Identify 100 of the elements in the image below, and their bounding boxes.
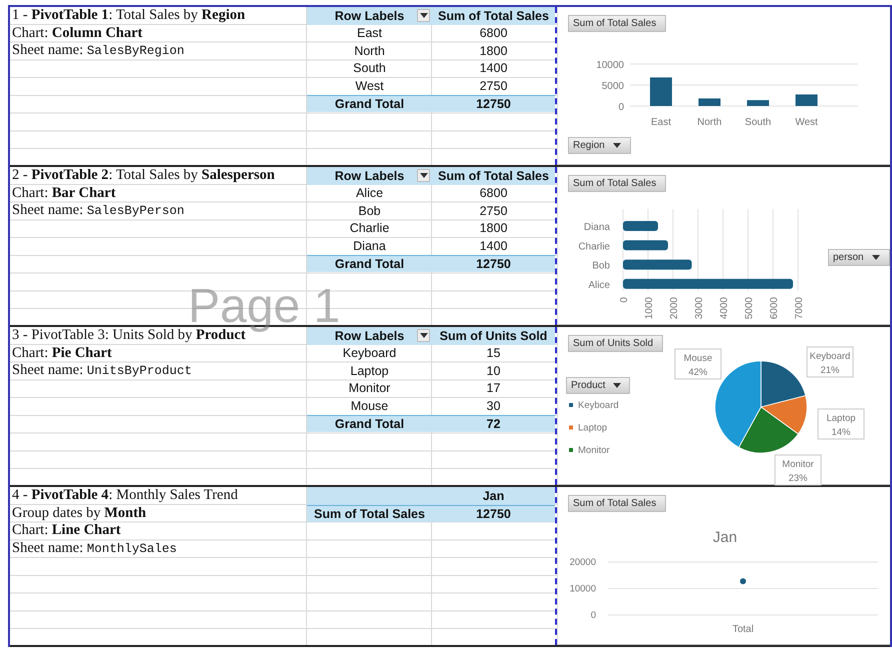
- category-label: Alice: [588, 280, 610, 291]
- description-text: 2 - PivotTable 2: Total Sales by Salesperson: [12, 167, 275, 184]
- row-label: Bob: [357, 202, 382, 220]
- axis-label: 2000: [669, 297, 680, 320]
- dropdown-arrow-icon: [420, 333, 428, 338]
- slice-label: Laptop: [826, 413, 856, 424]
- category-label: Total: [732, 624, 754, 635]
- dropdown-arrow-icon: [872, 255, 880, 260]
- field-button[interactable]: Sum of Total Sales: [568, 175, 666, 192]
- dropdown-arrow-icon: [420, 13, 428, 18]
- axis-label: 10000: [596, 60, 624, 71]
- row-label: Sum of Total Sales: [307, 504, 432, 522]
- category-label: South: [744, 117, 772, 128]
- category-label: West: [795, 117, 818, 128]
- category-label: Diana: [584, 222, 610, 233]
- table-cell-text: 30: [486, 398, 502, 415]
- table-cell-text: 17: [486, 380, 502, 398]
- field-button[interactable]: Sum of Units Sold: [568, 335, 664, 352]
- category-label: Bob: [592, 260, 610, 272]
- table-cell-text: 15: [486, 345, 502, 362]
- row-label: Mouse: [350, 398, 390, 415]
- description-text: Chart: Bar Chart: [12, 184, 116, 202]
- column-bar: [747, 100, 769, 106]
- table-cell-text: 1800: [478, 42, 508, 60]
- column-bar: [796, 94, 818, 106]
- field-button[interactable]: Sum of Total Sales: [568, 15, 666, 32]
- column-header: Row Labels: [307, 327, 432, 345]
- axis-label: 20000: [570, 557, 596, 568]
- row-label: Monitor: [348, 380, 392, 398]
- row-label: South: [352, 60, 387, 78]
- grand-total-label: Grand Total: [307, 94, 432, 112]
- column-bar: [698, 98, 720, 106]
- dropdown-arrow-icon: [420, 173, 428, 178]
- filter-button[interactable]: Product: [566, 377, 630, 394]
- description-text: Chart: Line Chart: [12, 522, 121, 540]
- column-header: Row Labels: [307, 167, 432, 185]
- table-cell-text: 2750: [478, 78, 508, 95]
- description-text: Chart: Pie Chart: [12, 344, 112, 362]
- axis-label: 0: [619, 297, 630, 303]
- axis-label: 1000: [644, 297, 655, 320]
- table-cell-text: 1400: [478, 60, 508, 78]
- axis-label: 6000: [769, 297, 780, 320]
- axis-label: 0: [590, 610, 596, 621]
- slice-label: Monitor: [782, 459, 814, 470]
- filter-dropdown-button[interactable]: [417, 9, 430, 22]
- dropdown-arrow-icon: [612, 143, 621, 148]
- filter-button[interactable]: person: [828, 249, 890, 266]
- row-label: North: [353, 42, 386, 60]
- axis-label: 5000: [602, 81, 624, 92]
- filter-button[interactable]: Region: [568, 137, 631, 154]
- data-label: Keyboard 21%: [806, 346, 854, 378]
- row-label: Alice: [354, 185, 384, 202]
- column-header: Jan: [432, 487, 555, 505]
- data-label: Laptop 14%: [818, 408, 864, 440]
- legend-marker-icon: [569, 403, 573, 407]
- table-cell-text: 1400: [478, 238, 508, 255]
- axis-label: 0: [618, 102, 624, 113]
- column-header: Row Labels: [307, 7, 432, 25]
- slice-label: Mouse: [684, 353, 712, 364]
- filter-dropdown-button[interactable]: [417, 329, 430, 342]
- row-label: Charlie: [348, 220, 390, 238]
- axis-label: 3000: [694, 297, 705, 320]
- table-cell-text: 6800: [478, 25, 508, 42]
- table-cell-text: 6800: [478, 185, 508, 202]
- row-label: Laptop: [349, 362, 390, 380]
- legend-label: Keyboard: [578, 400, 619, 411]
- category-label: East: [651, 117, 671, 128]
- table-cell-text: 2750: [478, 202, 508, 220]
- grand-total-value: 12750: [432, 254, 555, 272]
- legend-label: Monitor: [578, 445, 610, 456]
- axis-label: 7000: [794, 297, 805, 320]
- description-text: 1 - PivotTable 1: Total Sales by Region: [12, 7, 246, 24]
- grand-total-value: 12750: [432, 94, 555, 112]
- filter-dropdown-button[interactable]: [417, 169, 430, 182]
- data-label: Mouse 42%: [674, 348, 722, 380]
- column-header: Sum of Total Sales: [432, 167, 555, 185]
- table-cell-text: 1800: [478, 220, 508, 238]
- row-label: Diana: [352, 238, 387, 255]
- row-label: Keyboard: [342, 345, 398, 362]
- category-label: Charlie: [578, 241, 610, 252]
- sheet-name-text: Sheet name: UnitsByProduct: [12, 362, 192, 380]
- row-label: West: [354, 78, 385, 95]
- column-bar: [650, 77, 672, 106]
- legend-marker-icon: [569, 448, 573, 452]
- column-header: Sum of Units Sold: [432, 327, 555, 345]
- bar: [623, 240, 668, 250]
- grand-total-label: Grand Total: [307, 414, 432, 432]
- description-text: Group dates by Month: [12, 504, 146, 522]
- field-button[interactable]: Sum of Total Sales: [568, 495, 666, 512]
- grand-total-label: Grand Total: [307, 254, 432, 272]
- chart-title: Jan: [712, 529, 738, 546]
- column-header: Sum of Total Sales: [432, 7, 555, 25]
- sheet-name-text: Sheet name: MonthlySales: [12, 540, 177, 557]
- axis-label: 5000: [744, 297, 755, 320]
- sheet-name-text: Sheet name: SalesByPerson: [12, 202, 184, 220]
- description-text: Chart: Column Chart: [12, 24, 143, 42]
- sheet-name-text: Sheet name: SalesByRegion: [12, 42, 184, 60]
- slice-label: Keyboard: [810, 351, 850, 362]
- bar: [623, 260, 692, 270]
- grand-total-value: 72: [432, 414, 555, 432]
